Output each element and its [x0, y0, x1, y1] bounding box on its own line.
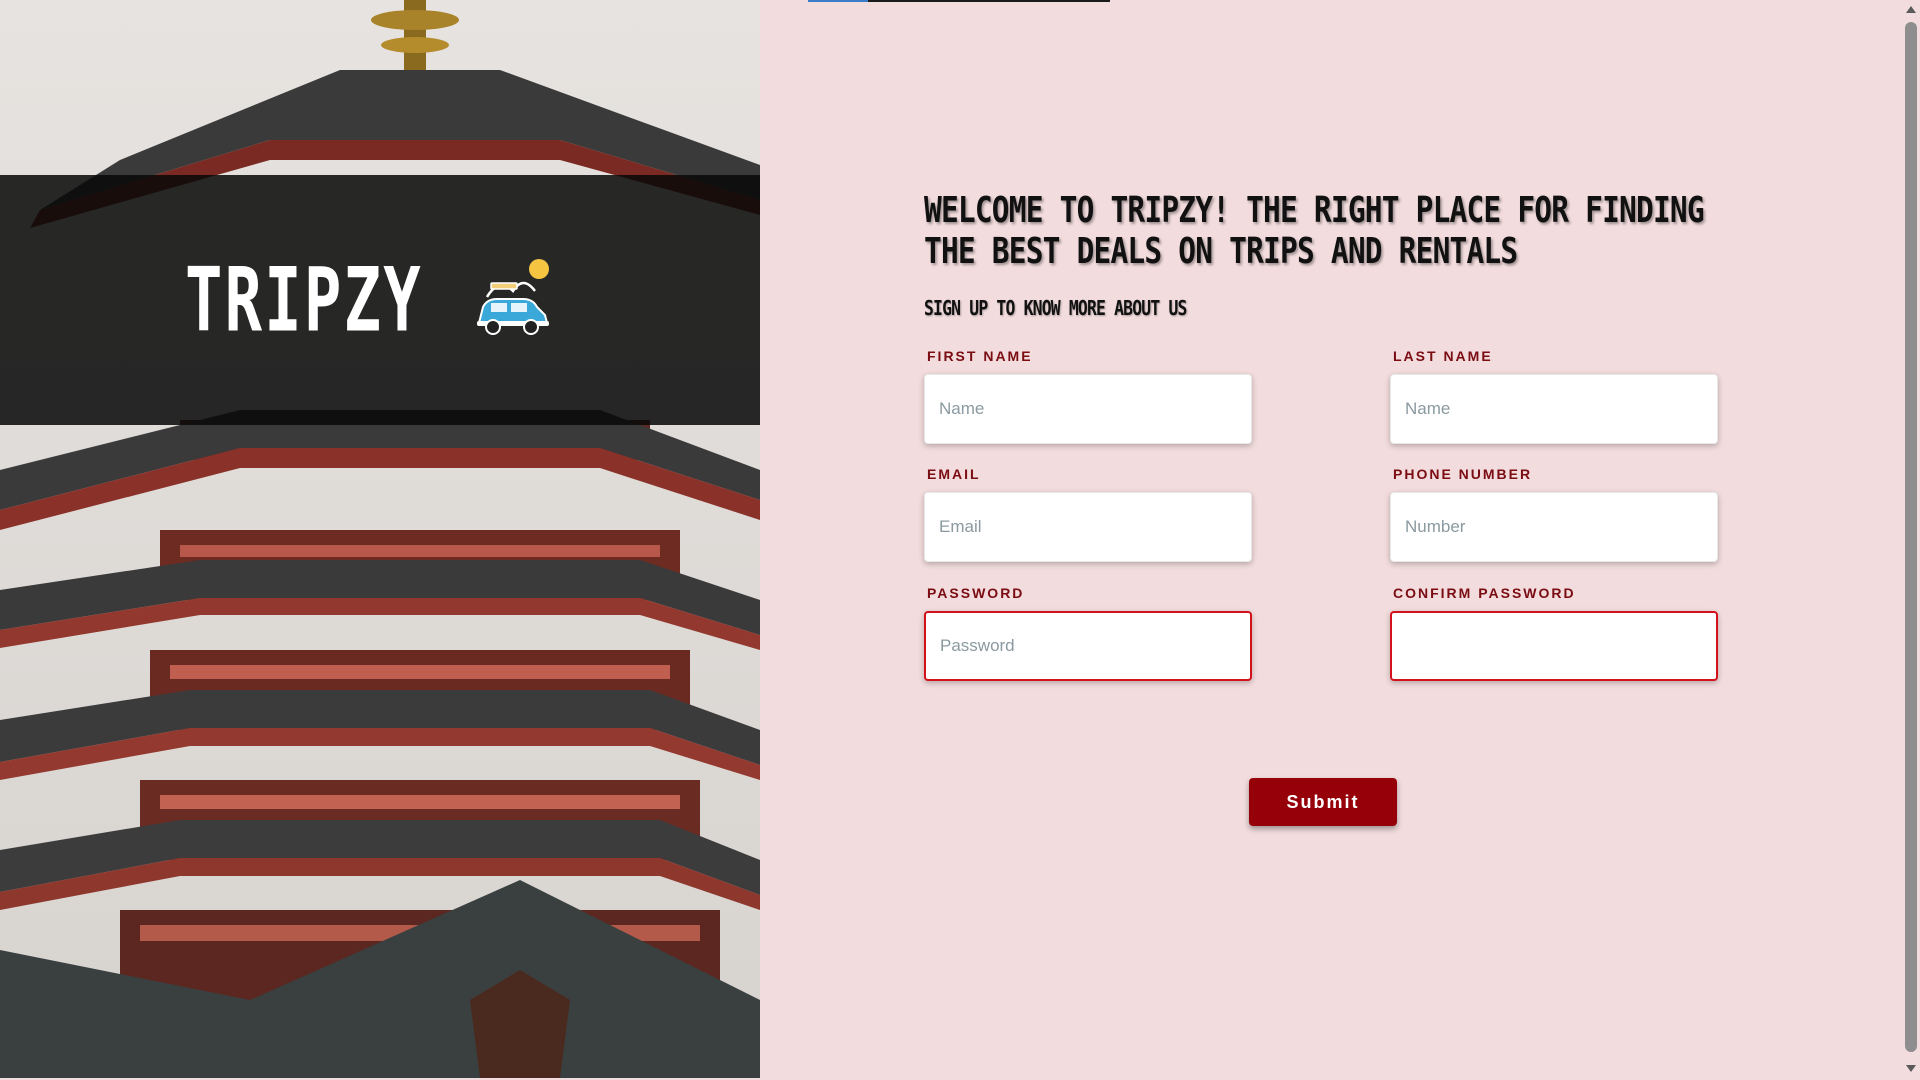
email-field: Email — [924, 466, 1254, 562]
scroll-thumb[interactable] — [1905, 22, 1917, 1052]
top-progress-fill — [808, 0, 868, 2]
password-field: Password — [924, 585, 1254, 681]
hero-image-panel: TRIPZY — [0, 0, 760, 1078]
top-progress-bar — [808, 0, 1110, 2]
first-name-field: First Name — [924, 348, 1254, 444]
confirm-password-input[interactable] — [1390, 611, 1718, 681]
confirm-password-field: Confirm Password — [1390, 585, 1720, 681]
first-name-input[interactable] — [924, 374, 1252, 444]
phone-field: Phone Number — [1390, 466, 1720, 562]
confirm-password-label: Confirm Password — [1393, 585, 1576, 601]
signup-subheading: Sign up to know more about us — [924, 296, 1187, 320]
password-input[interactable] — [924, 611, 1252, 681]
pagoda-photo — [0, 0, 760, 1078]
last-name-label: Last Name — [1393, 348, 1493, 364]
scroll-down-icon[interactable] — [1906, 1065, 1916, 1072]
phone-input[interactable] — [1390, 492, 1718, 562]
welcome-heading: Welcome to Tripzy! The right place for f… — [924, 190, 1705, 272]
email-label: Email — [927, 466, 981, 482]
last-name-input[interactable] — [1390, 374, 1718, 444]
submit-button[interactable]: Submit — [1249, 778, 1397, 826]
scroll-up-icon[interactable] — [1906, 6, 1916, 13]
vertical-scrollbar[interactable] — [1902, 0, 1920, 1080]
first-name-label: First Name — [927, 348, 1033, 364]
last-name-field: Last Name — [1390, 348, 1720, 444]
brand-banner: TRIPZY — [0, 175, 760, 425]
password-label: Password — [927, 585, 1025, 601]
phone-label: Phone Number — [1393, 466, 1533, 482]
email-input[interactable] — [924, 492, 1252, 562]
brand-title: TRIPZY — [185, 248, 424, 352]
car-travel-icon — [476, 259, 549, 335]
